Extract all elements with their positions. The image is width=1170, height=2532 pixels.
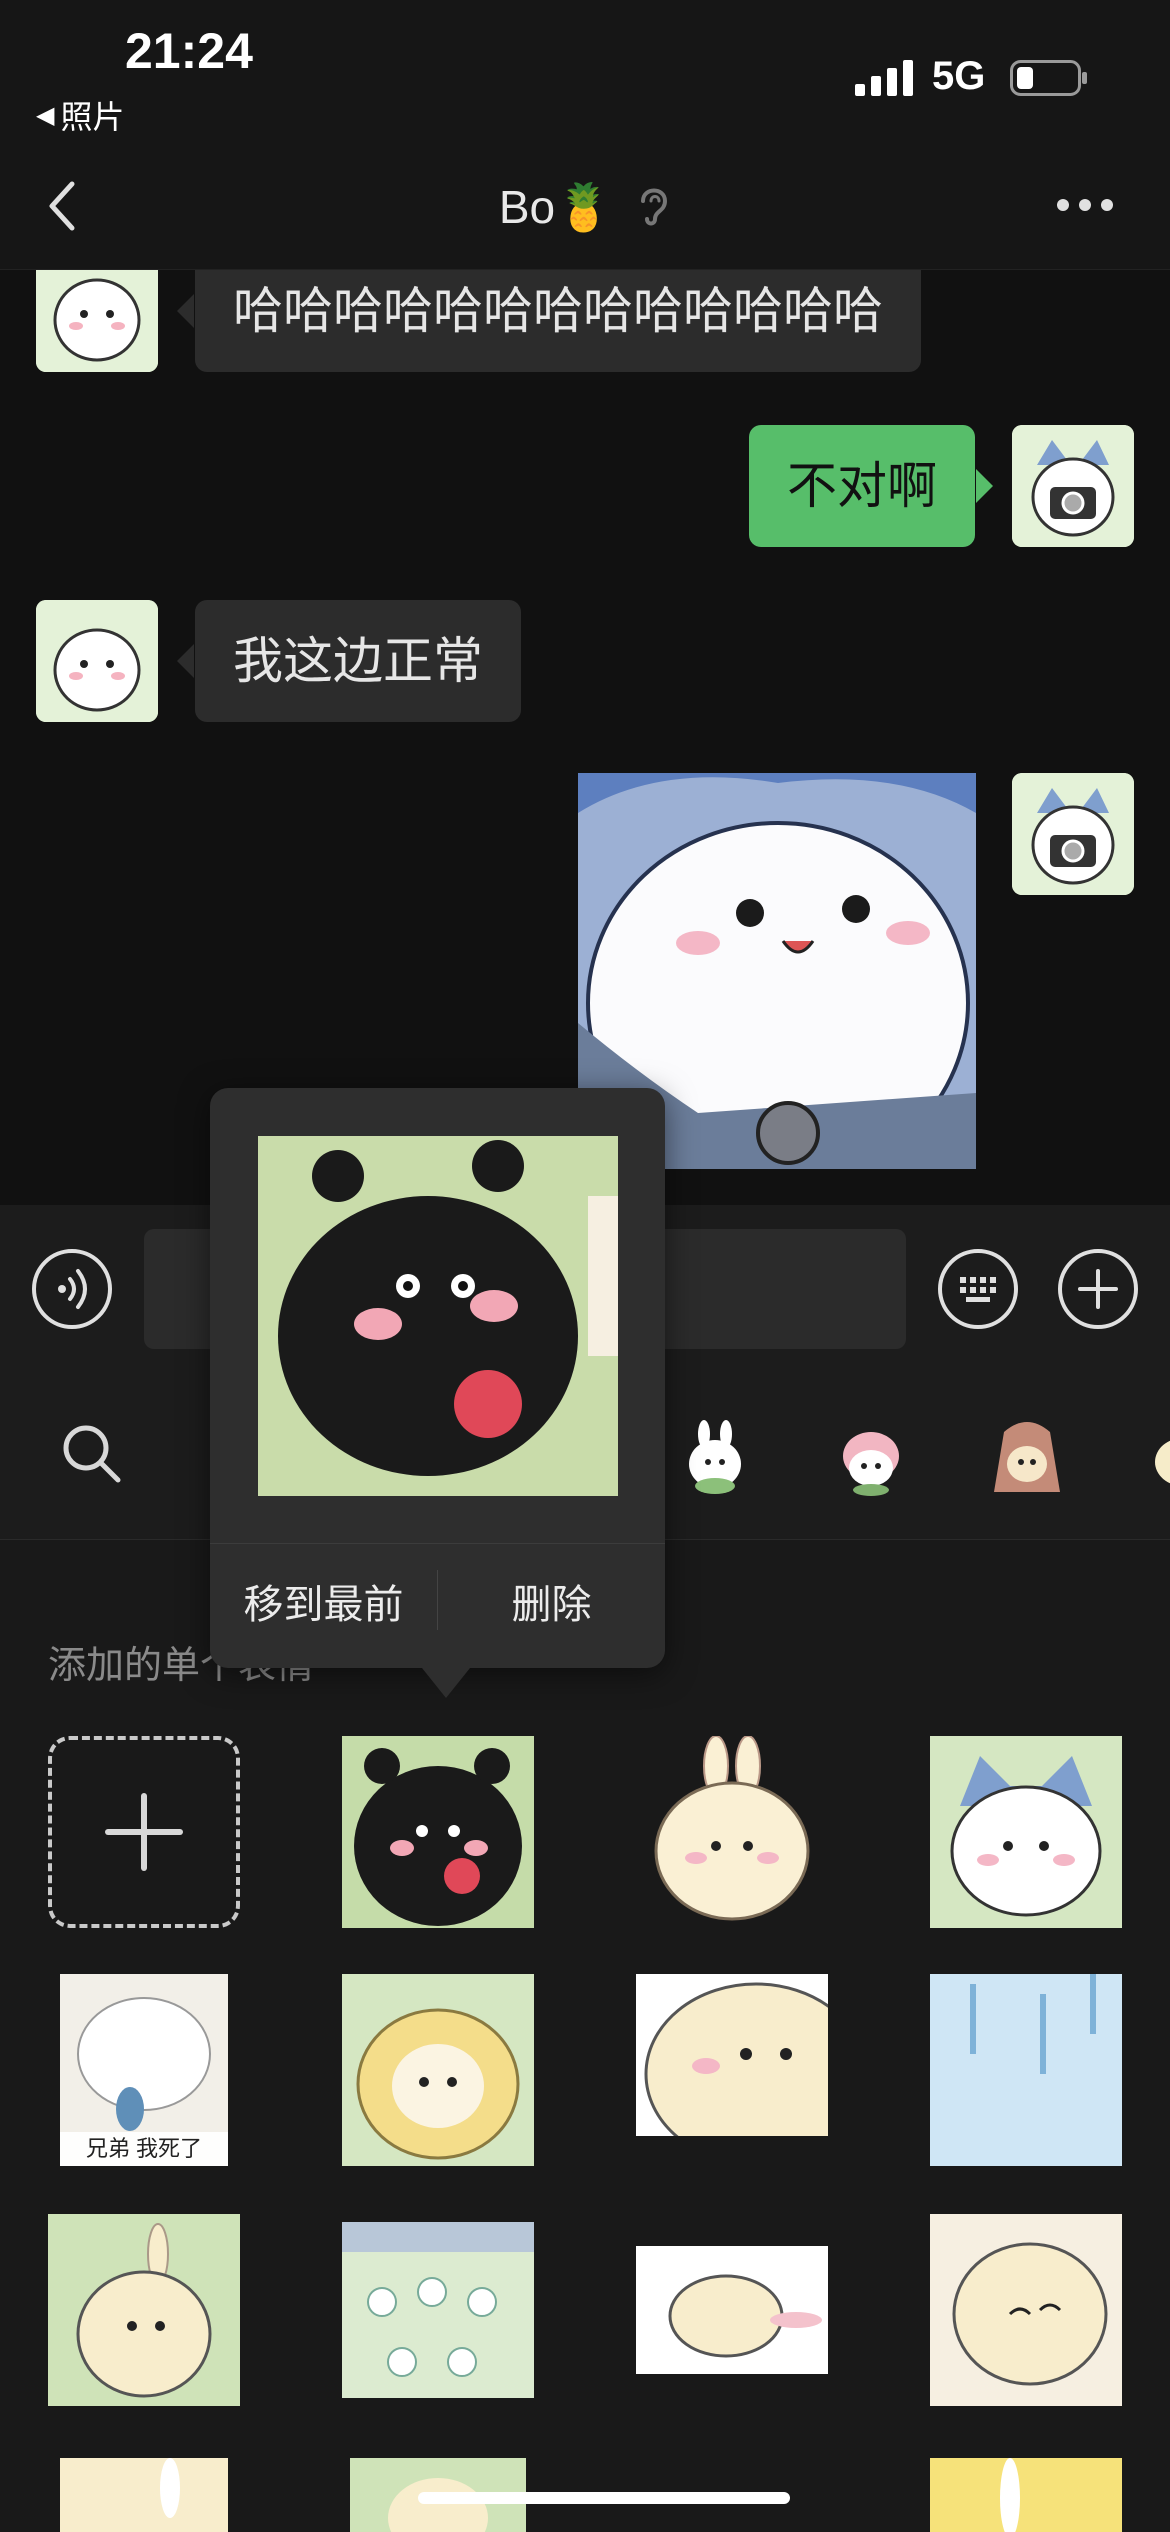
avatar-image bbox=[36, 600, 158, 722]
status-bar: 21:24 ◀ 照片 5G bbox=[0, 0, 1170, 140]
contact-avatar[interactable] bbox=[36, 270, 158, 372]
move-to-front-button[interactable]: 移到最前 bbox=[210, 1543, 437, 1668]
plus-circle-icon bbox=[1078, 1269, 1118, 1309]
sticker-item[interactable] bbox=[930, 1974, 1122, 2166]
sticker-item[interactable] bbox=[342, 1736, 534, 1928]
sticker-tab-3[interactable] bbox=[984, 1412, 1070, 1498]
sticker-item[interactable] bbox=[636, 1974, 828, 2136]
keyboard-icon bbox=[960, 1277, 996, 1302]
sticker-caption: 兄弟 我死了 bbox=[60, 2132, 228, 2166]
message-bubble-incoming[interactable]: 哈哈哈哈哈哈哈哈哈哈哈哈哈 bbox=[177, 270, 921, 372]
sticker-preview bbox=[258, 1136, 618, 1496]
message-bubble-incoming[interactable]: 我这边正常 bbox=[177, 600, 521, 722]
sticker-context-menu: 移到最前 删除 bbox=[210, 1088, 665, 1698]
delete-button[interactable]: 删除 bbox=[438, 1543, 665, 1668]
back-triangle-icon: ◀ bbox=[36, 101, 55, 129]
message-bubble-outgoing[interactable]: 不对啊 bbox=[749, 425, 993, 547]
sticker-tab-4[interactable] bbox=[1140, 1412, 1170, 1498]
my-avatar[interactable] bbox=[1012, 425, 1134, 547]
sticker-tab-2[interactable] bbox=[828, 1412, 914, 1498]
sticker-item[interactable] bbox=[342, 2222, 534, 2398]
sticker-item[interactable] bbox=[48, 2214, 240, 2406]
chat-title: Bo🍍 bbox=[0, 180, 1170, 235]
sticker-item[interactable] bbox=[636, 2246, 828, 2374]
nav-bar: Bo🍍 bbox=[0, 140, 1170, 270]
sticker-item[interactable] bbox=[930, 1736, 1122, 1928]
add-sticker-button[interactable] bbox=[48, 1736, 240, 1928]
sticker-item[interactable] bbox=[636, 1736, 828, 1928]
ear-icon bbox=[641, 188, 668, 226]
home-indicator[interactable] bbox=[418, 2492, 790, 2504]
sticker-item[interactable] bbox=[342, 1974, 534, 2166]
contact-avatar[interactable] bbox=[36, 600, 158, 722]
avatar-image bbox=[36, 270, 158, 372]
signal-icon bbox=[855, 60, 913, 96]
sticker-item[interactable] bbox=[930, 2458, 1122, 2532]
network-type: 5G bbox=[932, 54, 986, 98]
chat-messages: 哈哈哈哈哈哈哈哈哈哈哈哈哈 不对啊 我这边正常 bbox=[0, 270, 1170, 1205]
chat-title-text: Bo🍍 bbox=[498, 181, 613, 233]
sticker-item[interactable] bbox=[930, 2214, 1122, 2406]
voice-icon bbox=[58, 1269, 87, 1309]
sticker-item[interactable]: 兄弟 我死了 bbox=[60, 1974, 228, 2166]
avatar-image bbox=[1012, 773, 1134, 895]
search-icon[interactable] bbox=[56, 1418, 126, 1488]
my-avatar[interactable] bbox=[1012, 773, 1134, 895]
back-app-label: 照片 bbox=[60, 99, 125, 135]
status-time: 21:24 bbox=[125, 23, 253, 79]
more-icon[interactable] bbox=[1055, 190, 1115, 220]
sticker-tab-1[interactable] bbox=[672, 1412, 758, 1498]
sticker-panel: 添加的单个表情 兄弟 我死了 bbox=[0, 1540, 1170, 2532]
back-to-app[interactable]: ◀ 照片 bbox=[36, 92, 124, 138]
avatar-image bbox=[1012, 425, 1134, 547]
battery-icon bbox=[1010, 60, 1087, 96]
keyboard-button[interactable] bbox=[938, 1249, 1018, 1329]
plus-icon bbox=[105, 1793, 183, 1871]
more-functions-button[interactable] bbox=[1058, 1249, 1138, 1329]
sticker-item[interactable] bbox=[60, 2458, 228, 2532]
voice-button[interactable] bbox=[32, 1249, 112, 1329]
